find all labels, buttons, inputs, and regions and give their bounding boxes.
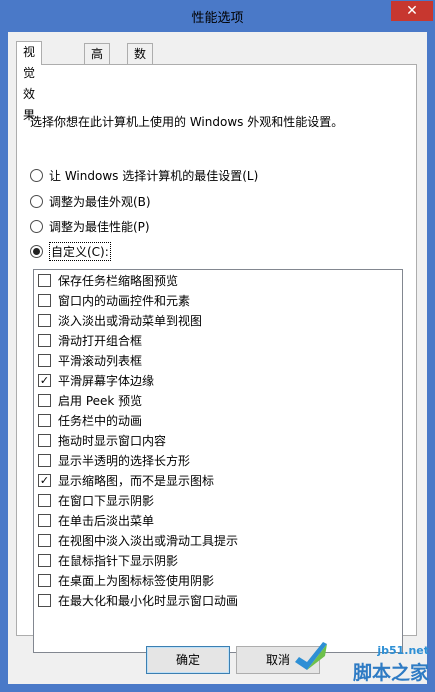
option-label: 显示缩略图，而不是显示图标 — [58, 473, 215, 488]
radio-label: 自定义(C): — [49, 241, 111, 261]
option-label: 任务栏中的动画 — [58, 413, 143, 428]
checkbox[interactable] — [38, 273, 51, 287]
checkbox[interactable] — [38, 513, 51, 527]
option-fade-tooltips[interactable]: 在视图中淡入淡出或滑动工具提示 — [38, 530, 238, 550]
radio-button-selected[interactable] — [30, 244, 43, 258]
close-button[interactable]: ✕ — [391, 1, 433, 21]
description-text: 选择你想在此计算机上使用的 Windows 外观和性能设置。 — [30, 115, 344, 129]
option-label: 显示半透明的选择长方形 — [58, 453, 191, 468]
option-taskbar-animations[interactable]: 任务栏中的动画 — [38, 410, 142, 430]
checkbox[interactable] — [38, 493, 51, 507]
checkbox[interactable] — [38, 573, 51, 587]
checkbox[interactable] — [38, 453, 51, 467]
option-animate-controls[interactable]: 窗口内的动画控件和元素 — [38, 290, 190, 310]
title-bar[interactable]: 性能选项 ✕ — [0, 0, 435, 32]
checkbox[interactable] — [38, 593, 51, 607]
checkbox[interactable] — [38, 393, 51, 407]
radio-best-performance[interactable]: 调整为最佳性能(P) — [30, 217, 150, 235]
option-label: 在最大化和最小化时显示窗口动画 — [58, 593, 239, 608]
option-label: 在视图中淡入淡出或滑动工具提示 — [58, 533, 239, 548]
option-enable-peek[interactable]: 启用 Peek 预览 — [38, 390, 142, 410]
checkbox[interactable] — [38, 533, 51, 547]
option-label: 启用 Peek 预览 — [58, 393, 143, 408]
option-show-window-contents-drag[interactable]: 拖动时显示窗口内容 — [38, 430, 166, 450]
option-label: 在单击后淡出菜单 — [58, 513, 155, 528]
option-label: 平滑屏幕字体边缘 — [58, 373, 155, 388]
checkbox[interactable] — [38, 293, 51, 307]
option-taskbar-thumbnail-preview[interactable]: 保存任务栏缩略图预览 — [38, 270, 178, 290]
radio-best-appearance[interactable]: 调整为最佳外观(B) — [30, 192, 151, 210]
checkbox[interactable] — [38, 553, 51, 567]
watermark-text: 脚本之家 — [352, 662, 429, 684]
dialog-client-area: 视觉效果 高级 数据执行保护 选择你想在此计算机上使用的 Windows 外观和… — [8, 32, 427, 684]
watermark-logo-icon — [295, 642, 327, 670]
radio-button[interactable] — [30, 194, 43, 208]
option-slide-combo-boxes[interactable]: 滑动打开组合框 — [38, 330, 142, 350]
option-label: 在桌面上为图标标签使用阴影 — [58, 573, 215, 588]
tab-data-execution-prevention[interactable]: 数据执行保护 — [127, 43, 154, 166]
option-label: 在窗口下显示阴影 — [58, 493, 155, 508]
window-title: 性能选项 — [191, 11, 244, 26]
checkbox[interactable] — [38, 313, 51, 327]
radio-custom[interactable]: 自定义(C): — [30, 241, 111, 261]
radio-label: 调整为最佳性能(P) — [49, 219, 150, 234]
visual-effects-panel: 选择你想在此计算机上使用的 Windows 外观和性能设置。 让 Windows… — [16, 64, 417, 653]
radio-label: 让 Windows 选择计算机的最佳设置(L) — [49, 168, 259, 183]
option-translucent-selection[interactable]: 显示半透明的选择长方形 — [38, 450, 190, 470]
checkbox-checked[interactable]: ✓ — [38, 473, 51, 487]
option-label: 拖动时显示窗口内容 — [58, 433, 167, 448]
radio-button[interactable] — [30, 168, 43, 182]
option-label: 滑动打开组合框 — [58, 333, 143, 348]
performance-options-window: 性能选项 ✕ 视觉效果 高级 数据执行保护 选择你想在此计算机上使用的 Wind… — [0, 0, 435, 692]
option-show-thumbnails[interactable]: ✓ 显示缩略图，而不是显示图标 — [38, 470, 214, 490]
tab-advanced[interactable]: 高级 — [84, 43, 111, 82]
checkbox[interactable] — [38, 333, 51, 347]
site-watermark: jb51.net 脚本之家 — [285, 634, 435, 692]
option-fade-after-click[interactable]: 在单击后淡出菜单 — [38, 510, 154, 530]
checkbox[interactable] — [38, 353, 51, 367]
option-smooth-scroll-list[interactable]: 平滑滚动列表框 — [38, 350, 142, 370]
option-label: 平滑滚动列表框 — [58, 353, 143, 368]
radio-label: 调整为最佳外观(B) — [49, 194, 151, 209]
effects-checklist[interactable]: 保存任务栏缩略图预览 窗口内的动画控件和元素 淡入淡出或滑动菜单到视图 滑动打开… — [33, 269, 403, 653]
option-animate-min-max[interactable]: 在最大化和最小化时显示窗口动画 — [38, 590, 238, 610]
option-smooth-font-edges[interactable]: ✓ 平滑屏幕字体边缘 — [38, 370, 154, 390]
option-fade-menus[interactable]: 淡入淡出或滑动菜单到视图 — [38, 310, 202, 330]
option-label: 淡入淡出或滑动菜单到视图 — [58, 313, 203, 328]
checkbox[interactable] — [38, 413, 51, 427]
radio-let-windows-choose[interactable]: 让 Windows 选择计算机的最佳设置(L) — [30, 166, 258, 184]
option-icon-label-shadows[interactable]: 在桌面上为图标标签使用阴影 — [38, 570, 214, 590]
radio-button[interactable] — [30, 219, 43, 233]
option-window-shadows[interactable]: 在窗口下显示阴影 — [38, 490, 154, 510]
checkbox-checked[interactable]: ✓ — [38, 373, 51, 387]
option-label: 窗口内的动画控件和元素 — [58, 293, 191, 308]
tab-visual-effects[interactable]: 视觉效果 — [16, 41, 43, 122]
checkbox[interactable] — [38, 433, 51, 447]
ok-button[interactable]: 确定 — [146, 646, 230, 674]
option-label: 保存任务栏缩略图预览 — [58, 273, 179, 288]
watermark-url: jb51.net — [377, 644, 429, 657]
option-label: 在鼠标指针下显示阴影 — [58, 553, 179, 568]
option-pointer-shadow[interactable]: 在鼠标指针下显示阴影 — [38, 550, 178, 570]
